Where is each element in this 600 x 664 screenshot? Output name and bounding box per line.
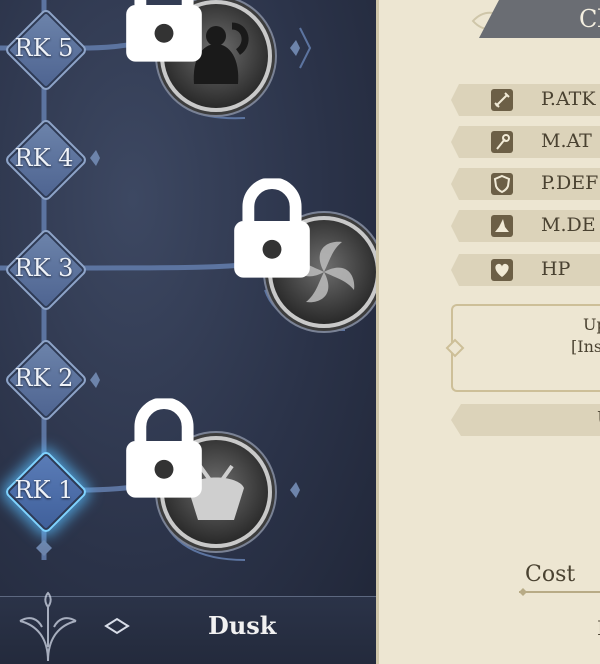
upgrade-line-1: Up xyxy=(583,315,600,334)
staff-icon xyxy=(491,131,513,153)
skill-slot-rk1[interactable] xyxy=(126,398,272,548)
rank-label: RK 2 xyxy=(14,364,74,392)
diamond-bullet-icon xyxy=(104,617,130,635)
lock-icon xyxy=(234,178,310,278)
cost-divider xyxy=(519,588,600,596)
rank-node-5[interactable]: RK 5 xyxy=(3,7,89,93)
skill-slot-rk5[interactable] xyxy=(126,0,272,112)
heart-icon xyxy=(491,259,513,281)
rank-label: RK 3 xyxy=(14,254,74,282)
rank-node-4[interactable]: RK 4 xyxy=(3,117,89,203)
rank-label: RK 1 xyxy=(14,476,74,504)
skill-slot-rk3[interactable] xyxy=(234,178,380,328)
rank-label: RK 5 xyxy=(14,34,74,62)
rank-node-1[interactable]: RK 1 xyxy=(3,449,89,535)
stat-row-patk: P.ATK xyxy=(451,84,600,116)
character-name: Dusk xyxy=(208,611,277,640)
upgrade-line-2: [Ins xyxy=(571,337,600,356)
ornament-left-icon xyxy=(445,338,465,358)
stat-label: HP xyxy=(541,258,571,280)
stat-label: M.DE xyxy=(541,214,596,236)
rank-tree-panel: RK 5 RK 4 RK 3 RK 2 RK 1 Dusk xyxy=(0,0,380,664)
stat-row-matk: M.AT xyxy=(451,126,600,158)
sword-icon xyxy=(491,89,513,111)
shield-icon xyxy=(491,173,513,195)
panel-title-tab[interactable]: Cl xyxy=(479,0,600,38)
lock-icon xyxy=(126,0,202,62)
cost-label: Cost xyxy=(525,562,576,587)
stat-label: M.AT xyxy=(541,130,592,152)
upgrade-info-box: Up [Ins xyxy=(445,304,600,392)
details-panel: Cl P.ATK M.AT P.DEF M.DE HP Up xyxy=(376,0,600,664)
rank-node-3[interactable]: RK 3 xyxy=(3,227,89,313)
lock-icon xyxy=(126,398,202,498)
character-bar: Dusk xyxy=(0,591,380,664)
rank-label: RK 4 xyxy=(14,144,74,172)
stat-row-mdef: M.DE xyxy=(451,210,600,242)
tree-emblem-icon xyxy=(19,591,77,662)
stat-label: P.DEF xyxy=(541,172,599,194)
rank-node-2[interactable]: RK 2 xyxy=(3,337,89,423)
stat-label: P.ATK xyxy=(541,88,596,110)
hat-icon xyxy=(491,215,513,237)
stat-row-pdef: P.DEF xyxy=(451,168,600,200)
stat-row-hp: HP xyxy=(451,254,600,286)
upgrade-button[interactable]: U xyxy=(451,404,600,436)
